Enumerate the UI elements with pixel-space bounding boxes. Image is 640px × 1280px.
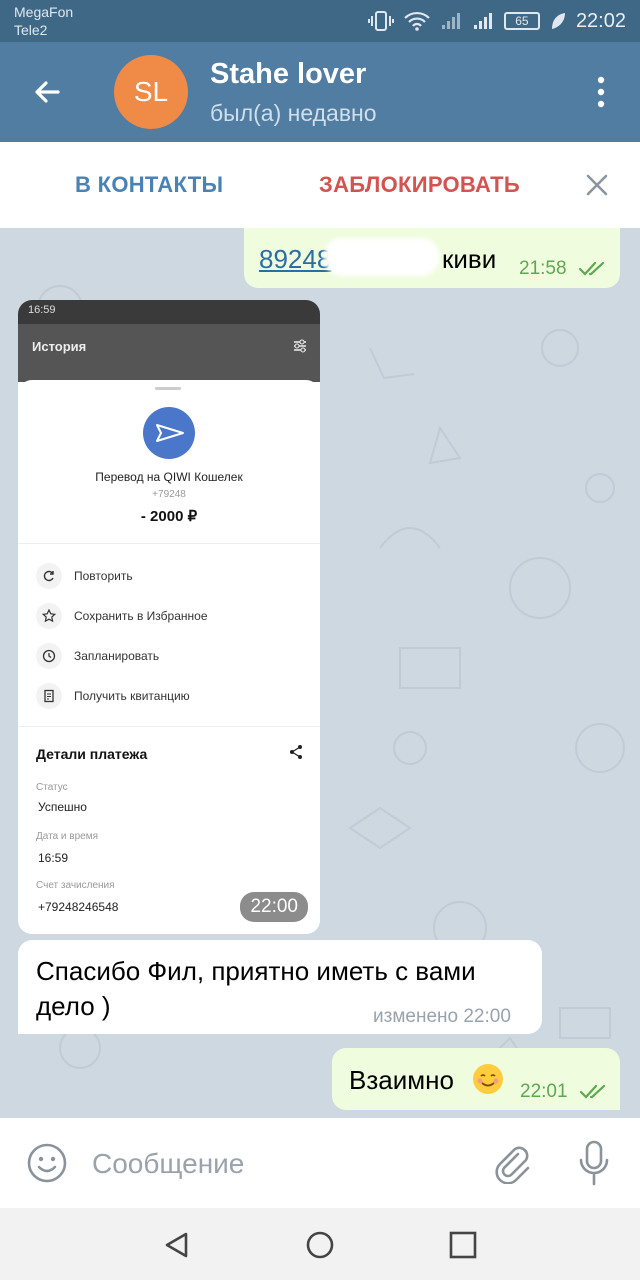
status-bar: MegaFon Tele2 65 22:02 — [0, 0, 640, 42]
paperclip-icon[interactable] — [490, 1142, 532, 1184]
transfer-amount: - 2000 ₽ — [140, 508, 198, 525]
status-value: Успешно — [38, 800, 87, 814]
more-vert-icon[interactable] — [592, 74, 610, 110]
chat-last-seen: был(а) недавно — [210, 100, 377, 126]
nav-home-icon[interactable] — [305, 1230, 335, 1260]
star-icon — [36, 603, 62, 629]
screenshot-status-time: 16:59 — [28, 304, 56, 316]
block-user-button[interactable]: ЗАБЛОКИРОВАТЬ — [319, 172, 520, 198]
repeat-icon — [36, 563, 62, 589]
receipt-icon — [36, 683, 62, 709]
leaf-icon — [551, 13, 565, 29]
add-contact-button[interactable]: В КОНТАКТЫ — [75, 172, 223, 198]
carrier-name-1: MegaFon — [14, 4, 74, 20]
message-meta: 22:01 — [520, 1081, 609, 1103]
message-composer — [0, 1118, 640, 1208]
message-text: киви — [442, 244, 497, 274]
signal-icon-1 — [441, 13, 460, 29]
screenshot-header: История — [18, 324, 320, 382]
option-favorite: Сохранить в Избранное — [36, 601, 208, 631]
datetime-value: 16:59 — [38, 851, 69, 865]
qiwi-logo — [143, 407, 195, 459]
option-receipt: Получить квитанцию — [36, 681, 190, 711]
option-schedule: Запланировать — [36, 641, 159, 671]
message-meta: 21:58 — [519, 258, 608, 280]
divider — [18, 543, 320, 544]
transfer-sheet: Перевод на QIWI Кошелек +79248 - 2000 ₽ … — [18, 380, 320, 934]
carrier-name-2: Tele2 — [14, 22, 48, 38]
option-label: Сохранить в Избранное — [74, 609, 208, 623]
clock: 22:02 — [575, 9, 626, 32]
message-text: Взаимно — [349, 1065, 454, 1095]
option-label: Повторить — [74, 569, 133, 583]
outgoing-message[interactable]: Взаимно 22:01 — [332, 1048, 620, 1110]
message-text-line-2: дело ) — [36, 991, 111, 1021]
signal-icon-2 — [473, 13, 492, 29]
phone-link[interactable]: 89248 — [259, 244, 331, 275]
outgoing-message[interactable]: 89248 киви 21:58 — [244, 228, 620, 288]
emoji-icon[interactable] — [26, 1142, 68, 1184]
option-repeat: Повторить — [36, 561, 133, 591]
redaction-mark — [324, 238, 439, 276]
option-label: Запланировать — [74, 649, 160, 663]
chat-header: SL Stahe lover был(а) недавно — [0, 42, 640, 142]
message-time: 21:58 — [519, 258, 567, 279]
battery-indicator: 65 — [503, 12, 540, 30]
details-title: Детали платежа — [36, 746, 148, 762]
back-arrow-icon[interactable] — [26, 70, 70, 114]
chat-title[interactable]: Stahe lover — [210, 58, 366, 91]
paper-plane-icon — [156, 424, 184, 442]
message-time: 22:00 — [240, 892, 308, 922]
transfer-title: Перевод на QIWI Кошелек — [95, 470, 243, 484]
clock-icon — [36, 643, 62, 669]
message-time: 22:01 — [520, 1081, 568, 1102]
avatar[interactable]: SL — [114, 55, 188, 129]
share-icon — [290, 745, 302, 759]
filter-icon — [294, 339, 306, 353]
message-edited-time: изменено 22:00 — [373, 1006, 511, 1027]
read-receipt-icon — [578, 261, 604, 276]
close-icon[interactable] — [582, 170, 612, 200]
wifi-icon — [404, 11, 430, 31]
message-text-line-1: Спасибо Фил, приятно иметь с вами — [36, 956, 476, 986]
status-icons: 65 22:02 — [367, 9, 626, 33]
incoming-message[interactable]: Спасибо Фил, приятно иметь с вами дело )… — [18, 940, 542, 1034]
status-label: Статус — [36, 782, 68, 793]
vibrate-icon — [367, 11, 394, 31]
screenshot-status-bar: 16:59 — [18, 300, 320, 324]
smiling-emoji-icon — [473, 1064, 503, 1094]
chat-history[interactable]: 89248 киви 21:58 16:59 История Перевод н… — [0, 228, 640, 1118]
account-label: Счет зачисления — [36, 880, 115, 891]
account-value: +79248246548 — [38, 900, 119, 914]
read-receipt-icon — [579, 1084, 605, 1099]
sheet-handle — [155, 387, 181, 390]
microphone-icon[interactable] — [578, 1140, 610, 1186]
contact-action-bar: В КОНТАКТЫ ЗАБЛОКИРОВАТЬ — [0, 142, 640, 228]
datetime-label: Дата и время — [36, 831, 99, 842]
message-input[interactable] — [92, 1146, 472, 1182]
option-label: Получить квитанцию — [74, 689, 190, 703]
image-message[interactable]: 16:59 История Перевод на QIWI Кошелек +7… — [18, 300, 320, 934]
system-navigation-bar — [0, 1208, 640, 1280]
nav-back-icon[interactable] — [162, 1230, 192, 1260]
screenshot-header-title: История — [32, 339, 87, 354]
transfer-phone: +79248 — [152, 489, 186, 500]
nav-recents-icon[interactable] — [448, 1230, 478, 1260]
divider — [18, 726, 320, 727]
